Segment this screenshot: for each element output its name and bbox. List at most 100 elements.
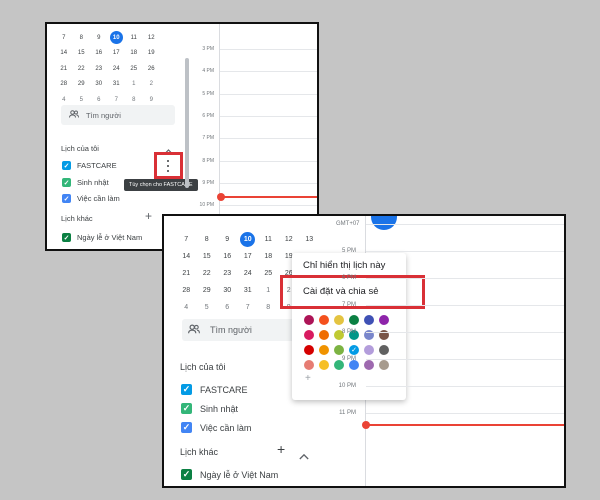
calendar-day[interactable]: 18 <box>125 46 143 62</box>
calendar-day[interactable]: 24 <box>108 61 126 77</box>
search-people-input[interactable]: Tìm người <box>61 105 175 125</box>
calendar-item-fastcare[interactable]: ✓ FASTCARE <box>62 161 117 170</box>
calendar-day[interactable]: 16 <box>90 46 108 62</box>
calendar-day[interactable]: 7 <box>238 299 259 316</box>
color-swatch[interactable] <box>379 345 389 355</box>
color-swatch[interactable] <box>364 315 374 325</box>
time-label: 3 PM <box>202 46 214 52</box>
color-swatch[interactable] <box>379 360 389 370</box>
checkbox-checked-icon[interactable]: ✓ <box>62 161 71 170</box>
calendar-day[interactable]: 1 <box>125 77 143 93</box>
calendar-day[interactable]: 26 <box>143 61 161 77</box>
sidebar-scrollbar[interactable] <box>185 58 189 188</box>
calendar-day[interactable]: 18 <box>258 248 279 265</box>
calendar-day[interactable]: 29 <box>73 77 91 93</box>
calendar-day[interactable]: 24 <box>238 265 259 282</box>
color-swatch[interactable] <box>319 360 329 370</box>
calendar-item-holidays[interactable]: ✓ Ngày lễ ở Việt Nam <box>62 233 142 242</box>
color-swatch[interactable] <box>349 315 359 325</box>
calendar-day[interactable]: 17 <box>108 46 126 62</box>
calendar-day[interactable]: 9 <box>217 231 238 248</box>
calendar-day[interactable]: 15 <box>73 46 91 62</box>
hour-gridline <box>366 332 564 333</box>
calendar-day[interactable]: 10 <box>240 232 256 247</box>
add-custom-color-icon[interactable]: + <box>305 373 311 384</box>
calendar-day[interactable]: 19 <box>143 46 161 62</box>
calendar-item-fastcare[interactable]: ✓ FASTCARE <box>181 384 248 395</box>
time-label: 6 PM <box>341 275 356 281</box>
calendar-day[interactable]: 11 <box>258 231 279 248</box>
calendar-day[interactable]: 21 <box>55 61 73 77</box>
color-swatch[interactable] <box>319 315 329 325</box>
collapse-other-calendars-icon[interactable] <box>299 447 309 465</box>
calendar-day[interactable]: 5 <box>197 299 218 316</box>
add-calendar-icon[interactable]: + <box>145 210 152 222</box>
calendar-day[interactable]: 28 <box>55 77 73 93</box>
checkbox-checked-icon[interactable]: ✓ <box>181 469 192 480</box>
calendar-day[interactable]: 31 <box>238 282 259 299</box>
calendar-day[interactable]: 30 <box>90 77 108 93</box>
time-label: 5 PM <box>341 248 356 254</box>
checkbox-checked-icon[interactable]: ✓ <box>181 384 192 395</box>
color-swatch[interactable] <box>304 330 314 340</box>
calendar-day[interactable]: 4 <box>176 299 197 316</box>
calendar-day[interactable]: 12 <box>279 231 300 248</box>
calendar-day[interactable]: 22 <box>197 265 218 282</box>
calendar-day[interactable]: 31 <box>108 77 126 93</box>
checkbox-checked-icon[interactable]: ✓ <box>181 422 192 433</box>
color-swatch[interactable] <box>319 345 329 355</box>
calendar-day[interactable]: 13 <box>299 231 320 248</box>
color-swatch[interactable] <box>304 360 314 370</box>
calendar-day[interactable]: 28 <box>176 282 197 299</box>
calendar-item-birthdays[interactable]: ✓ Sinh nhật <box>181 403 238 414</box>
color-swatch[interactable] <box>379 315 389 325</box>
calendar-day[interactable]: 12 <box>143 30 161 46</box>
calendar-day[interactable]: 9 <box>90 30 108 46</box>
calendar-day[interactable]: 14 <box>176 248 197 265</box>
calendar-day[interactable]: 25 <box>258 265 279 282</box>
time-label: 7 PM <box>341 302 356 308</box>
color-swatch[interactable] <box>334 345 344 355</box>
calendar-day[interactable]: 16 <box>217 248 238 265</box>
search-people-input[interactable]: Tìm người <box>182 319 302 341</box>
calendar-day[interactable]: 30 <box>217 282 238 299</box>
color-swatch[interactable] <box>364 360 374 370</box>
color-swatch-selected[interactable]: ✓ <box>349 345 359 355</box>
calendar-day[interactable]: 6 <box>217 299 238 316</box>
checkbox-checked-icon[interactable]: ✓ <box>62 178 71 187</box>
color-swatch[interactable] <box>334 315 344 325</box>
calendar-day[interactable]: 22 <box>73 61 91 77</box>
calendar-day[interactable]: 23 <box>90 61 108 77</box>
calendar-day[interactable]: 11 <box>125 30 143 46</box>
calendar-day[interactable]: 8 <box>73 30 91 46</box>
calendar-day[interactable]: 1 <box>258 282 279 299</box>
calendar-day[interactable]: 29 <box>197 282 218 299</box>
add-calendar-icon[interactable]: + <box>277 442 285 456</box>
calendar-day[interactable]: 15 <box>197 248 218 265</box>
calendar-day[interactable]: 8 <box>197 231 218 248</box>
calendar-day[interactable]: 7 <box>176 231 197 248</box>
checkbox-checked-icon[interactable]: ✓ <box>181 403 192 414</box>
calendar-day[interactable]: 23 <box>217 265 238 282</box>
color-swatch[interactable] <box>364 345 374 355</box>
checkbox-checked-icon[interactable]: ✓ <box>62 194 71 203</box>
calendar-day[interactable]: 25 <box>125 61 143 77</box>
calendar-item-birthdays[interactable]: ✓ Sinh nhật <box>62 178 109 187</box>
calendar-item-tasks[interactable]: ✓ Việc cần làm <box>181 422 251 433</box>
calendar-day[interactable]: 17 <box>238 248 259 265</box>
calendar-day[interactable]: 8 <box>258 299 279 316</box>
color-swatch[interactable] <box>304 315 314 325</box>
calendar-day[interactable]: 7 <box>55 30 73 46</box>
calendar-item-tasks[interactable]: ✓ Việc cần làm <box>62 194 120 203</box>
time-label: 9 PM <box>341 356 356 362</box>
display-only-this-calendar[interactable]: Chỉ hiển thị lịch này <box>303 260 385 271</box>
color-swatch[interactable] <box>319 330 329 340</box>
calendar-day[interactable]: 21 <box>176 265 197 282</box>
checkbox-checked-icon[interactable]: ✓ <box>62 233 71 242</box>
time-label: 10 PM <box>199 202 214 209</box>
color-swatch[interactable] <box>304 345 314 355</box>
calendar-day[interactable]: 2 <box>143 77 161 93</box>
calendar-day[interactable]: 10 <box>109 31 123 45</box>
calendar-item-holidays[interactable]: ✓ Ngày lễ ở Việt Nam <box>181 469 278 480</box>
calendar-day[interactable]: 14 <box>55 46 73 62</box>
